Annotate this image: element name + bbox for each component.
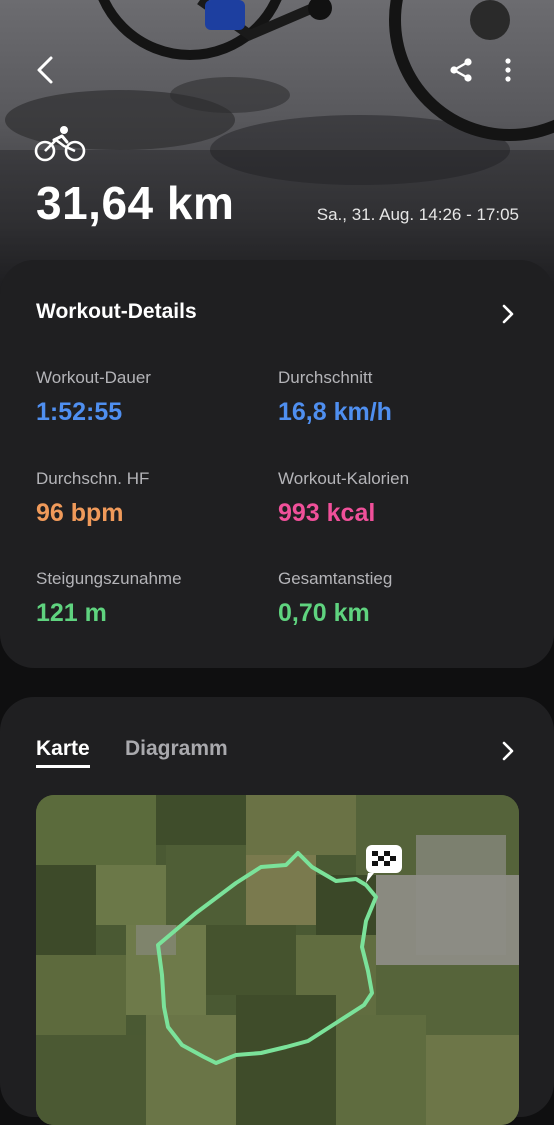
share-icon xyxy=(450,58,472,82)
stat-label: Durchschn. HF xyxy=(36,469,150,488)
workout-datetime: Sa., 31. Aug. 14:26 - 17:05 xyxy=(316,205,519,224)
workout-details-card[interactable]: Workout-Details Workout-Dauer 1:52:55 Du… xyxy=(0,260,554,668)
stat-label: Steigungszunahme xyxy=(36,569,182,588)
stat-total-ascent: Gesamtanstieg 0,70 km xyxy=(278,569,392,628)
satellite-map xyxy=(36,795,519,1125)
stat-label: Workout-Kalorien xyxy=(278,469,410,488)
stat-value: 0,70 km xyxy=(278,599,370,627)
chevron-right-icon[interactable] xyxy=(498,302,518,326)
stat-value: 96 bpm xyxy=(36,499,124,527)
stat-value: 993 kcal xyxy=(278,499,376,527)
stat-value: 121 m xyxy=(36,599,107,627)
stat-value: 16,8 km/h xyxy=(278,398,392,426)
stat-label: Durchschnitt xyxy=(278,368,373,387)
more-options-button[interactable] xyxy=(494,50,522,90)
cycling-icon xyxy=(34,126,86,162)
workout-distance: 31,64 km xyxy=(36,177,235,229)
stat-workout-calories: Workout-Kalorien 993 kcal xyxy=(278,469,409,528)
stat-average-speed: Durchschnitt 16,8 km/h xyxy=(278,368,392,427)
stat-label: Gesamtanstieg xyxy=(278,569,393,588)
stat-value: 1:52:55 xyxy=(36,398,123,426)
tab-map[interactable]: Karte xyxy=(36,737,90,768)
stat-workout-duration: Workout-Dauer 1:52:55 xyxy=(36,368,151,427)
stat-average-heart-rate: Durchschn. HF 96 bpm xyxy=(36,469,149,528)
workout-details-title: Workout-Details xyxy=(36,300,197,323)
share-button[interactable] xyxy=(442,50,480,90)
chevron-right-icon[interactable] xyxy=(498,739,518,763)
stat-elevation-gain: Steigungszunahme 121 m xyxy=(36,569,182,628)
tab-chart[interactable]: Diagramm xyxy=(125,737,228,761)
chevron-left-icon xyxy=(37,56,53,84)
stat-label: Workout-Dauer xyxy=(36,368,151,387)
route-map[interactable] xyxy=(36,795,519,1125)
map-card: Karte Diagramm xyxy=(0,697,554,1125)
more-vertical-icon xyxy=(505,58,511,82)
back-button[interactable] xyxy=(26,50,64,90)
hero-header: 31,64 km Sa., 31. Aug. 14:26 - 17:05 xyxy=(0,0,554,300)
